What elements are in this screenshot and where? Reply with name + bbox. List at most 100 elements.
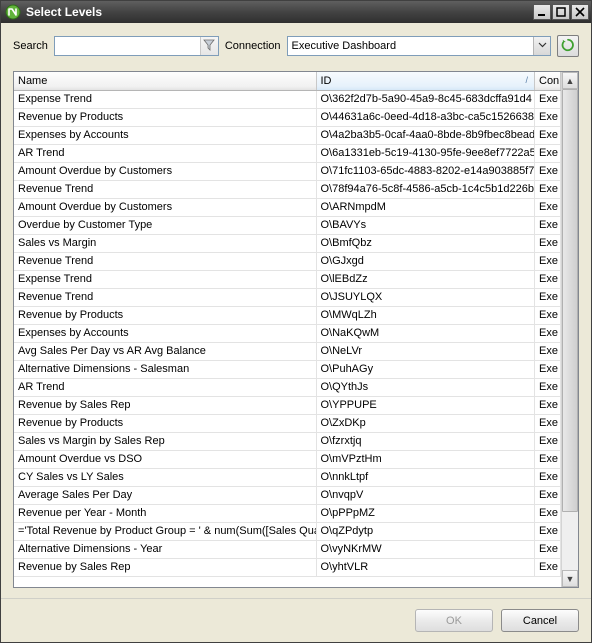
table-row[interactable]: Amount Overdue by CustomersO\ARNmpdMExe xyxy=(14,198,561,216)
cell-conn: Exe xyxy=(535,522,561,540)
cell-conn: Exe xyxy=(535,468,561,486)
table-row[interactable]: Revenue TrendO\78f94a76-5c8f-4586-a5cb-1… xyxy=(14,180,561,198)
cell-id: O\44631a6c-0eed-4d18-a3bc-ca5c1526638 xyxy=(316,108,535,126)
cell-name: Revenue by Products xyxy=(14,108,316,126)
connection-select-value: Executive Dashboard xyxy=(288,40,533,52)
sort-indicator-icon: / xyxy=(525,75,528,85)
scrollbar-track[interactable] xyxy=(562,89,578,570)
table-row[interactable]: Expense TrendO\lEBdZzExe xyxy=(14,270,561,288)
table-row[interactable]: Revenue by ProductsO\ZxDKpExe xyxy=(14,414,561,432)
cell-name: Average Sales Per Day xyxy=(14,486,316,504)
table-row[interactable]: Average Sales Per DayO\nvqpVExe xyxy=(14,486,561,504)
refresh-button[interactable] xyxy=(557,35,579,57)
table-row[interactable]: Amount Overdue by CustomersO\71fc1103-65… xyxy=(14,162,561,180)
connection-select[interactable]: Executive Dashboard xyxy=(287,36,551,56)
cell-id: O\BmfQbz xyxy=(316,234,535,252)
table-row[interactable]: Revenue by Sales RepO\yhtVLRExe xyxy=(14,558,561,576)
dialog-window: Select Levels Search xyxy=(0,0,592,643)
cell-id: O\vyNKrMW xyxy=(316,540,535,558)
cell-name: Revenue per Year - Month xyxy=(14,504,316,522)
cell-conn: Exe xyxy=(535,396,561,414)
table-row[interactable]: Alternative Dimensions - YearO\vyNKrMWEx… xyxy=(14,540,561,558)
dialog-body: Search Connection Executive Dashboard xyxy=(1,23,591,642)
levels-table: Name ID / Con Expense TrendO\362f2d7b-5a… xyxy=(14,72,561,577)
table-row[interactable]: Expenses by AccountsO\4a2ba3b5-0caf-4aa0… xyxy=(14,126,561,144)
chevron-down-icon: ▼ xyxy=(566,574,575,584)
cell-conn: Exe xyxy=(535,126,561,144)
table-row[interactable]: Revenue TrendO\GJxgdExe xyxy=(14,252,561,270)
titlebar: Select Levels xyxy=(1,1,591,23)
cell-conn: Exe xyxy=(535,234,561,252)
cell-name: Sales vs Margin by Sales Rep xyxy=(14,432,316,450)
cell-conn: Exe xyxy=(535,486,561,504)
table-row[interactable]: Revenue by ProductsO\MWqLZhExe xyxy=(14,306,561,324)
cell-id: O\NaKQwM xyxy=(316,324,535,342)
cell-name: Avg Sales Per Day vs AR Avg Balance xyxy=(14,342,316,360)
cell-id: O\GJxgd xyxy=(316,252,535,270)
connection-label: Connection xyxy=(225,40,281,52)
cell-conn: Exe xyxy=(535,504,561,522)
table-row[interactable]: Revenue TrendO\JSUYLQXExe xyxy=(14,288,561,306)
table-row[interactable]: ='Total Revenue by Product Group = ' & n… xyxy=(14,522,561,540)
cell-conn: Exe xyxy=(535,540,561,558)
cell-conn: Exe xyxy=(535,306,561,324)
table-row[interactable]: Expenses by AccountsO\NaKQwMExe xyxy=(14,324,561,342)
cell-name: Alternative Dimensions - Year xyxy=(14,540,316,558)
cell-id: O\ARNmpdM xyxy=(316,198,535,216)
table-row[interactable]: Revenue by Sales RepO\YPPUPEExe xyxy=(14,396,561,414)
cell-id: O\yhtVLR xyxy=(316,558,535,576)
scroll-down-button[interactable]: ▼ xyxy=(562,570,578,587)
chevron-down-icon xyxy=(538,40,547,52)
vertical-scrollbar[interactable]: ▲ ▼ xyxy=(561,72,578,587)
cell-name: Expense Trend xyxy=(14,90,316,108)
cell-name: Expenses by Accounts xyxy=(14,126,316,144)
table-row[interactable]: CY Sales vs LY SalesO\nnkLtpfExe xyxy=(14,468,561,486)
column-header-name[interactable]: Name xyxy=(14,72,316,90)
cell-name: AR Trend xyxy=(14,144,316,162)
scrollbar-thumb[interactable] xyxy=(562,89,578,512)
cell-name: CY Sales vs LY Sales xyxy=(14,468,316,486)
cell-id: O\YPPUPE xyxy=(316,396,535,414)
cell-conn: Exe xyxy=(535,324,561,342)
chevron-up-icon: ▲ xyxy=(566,76,575,86)
cell-conn: Exe xyxy=(535,90,561,108)
maximize-button[interactable] xyxy=(552,4,570,20)
minimize-button[interactable] xyxy=(533,4,551,20)
close-button[interactable] xyxy=(571,4,589,20)
cell-name: Alternative Dimensions - Salesman xyxy=(14,360,316,378)
cell-name: Overdue by Customer Type xyxy=(14,216,316,234)
table-row[interactable]: AR TrendO\QYthJsExe xyxy=(14,378,561,396)
cell-id: O\ZxDKp xyxy=(316,414,535,432)
table-row[interactable]: Overdue by Customer TypeO\BAVYsExe xyxy=(14,216,561,234)
table-row[interactable]: Revenue by ProductsO\44631a6c-0eed-4d18-… xyxy=(14,108,561,126)
table-row[interactable]: Alternative Dimensions - SalesmanO\PuhAG… xyxy=(14,360,561,378)
column-header-id[interactable]: ID / xyxy=(316,72,535,90)
dialog-button-row: OK Cancel xyxy=(1,598,591,632)
cell-name: Expenses by Accounts xyxy=(14,324,316,342)
refresh-icon xyxy=(561,38,575,55)
cell-id: O\mVPztHm xyxy=(316,450,535,468)
search-input[interactable] xyxy=(54,36,219,56)
connection-dropdown-button[interactable] xyxy=(533,37,550,55)
cell-conn: Exe xyxy=(535,414,561,432)
app-icon xyxy=(5,4,21,20)
table-row[interactable]: AR TrendO\6a1331eb-5c19-4130-95fe-9ee8ef… xyxy=(14,144,561,162)
table-row[interactable]: Amount Overdue vs DSOO\mVPztHmExe xyxy=(14,450,561,468)
scroll-up-button[interactable]: ▲ xyxy=(562,72,578,89)
search-filter-button[interactable] xyxy=(200,37,218,55)
cancel-button[interactable]: Cancel xyxy=(501,609,579,632)
cell-conn: Exe xyxy=(535,270,561,288)
table-row[interactable]: Avg Sales Per Day vs AR Avg BalanceO\NeL… xyxy=(14,342,561,360)
cell-name: AR Trend xyxy=(14,378,316,396)
table-row[interactable]: Expense TrendO\362f2d7b-5a90-45a9-8c45-6… xyxy=(14,90,561,108)
table-row[interactable]: Sales vs Margin by Sales RepO\fzrxtjqExe xyxy=(14,432,561,450)
ok-button[interactable]: OK xyxy=(415,609,493,632)
table-row[interactable]: Sales vs MarginO\BmfQbzExe xyxy=(14,234,561,252)
cell-name: Revenue Trend xyxy=(14,252,316,270)
cell-name: Amount Overdue by Customers xyxy=(14,198,316,216)
cell-id: O\71fc1103-65dc-4883-8202-e14a903885f7 xyxy=(316,162,535,180)
cell-id: O\362f2d7b-5a90-45a9-8c45-683dcffa91d4 xyxy=(316,90,535,108)
column-header-connection[interactable]: Con xyxy=(535,72,561,90)
table-row[interactable]: Revenue per Year - MonthO\pPPpMZExe xyxy=(14,504,561,522)
search-label: Search xyxy=(13,40,48,52)
